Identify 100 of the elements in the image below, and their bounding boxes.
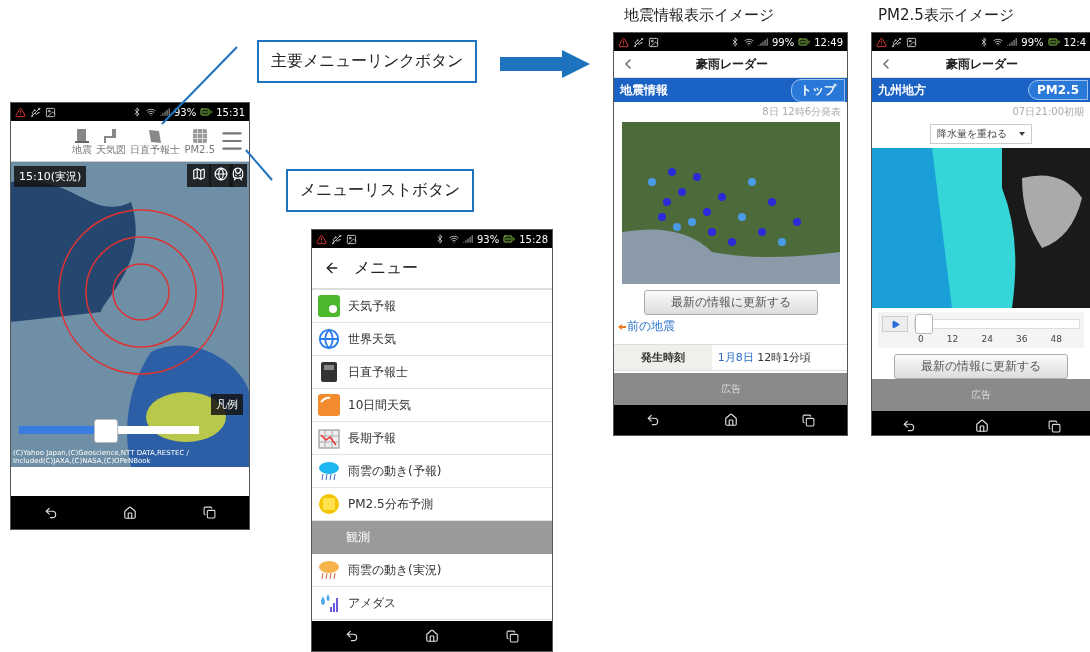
initial-time: 07日21:00初期 — [1011, 105, 1085, 119]
section-title: 九州地方 — [878, 81, 926, 99]
wifi-icon — [993, 37, 1004, 47]
previous-earthquake-link[interactable]: 前の地震 — [627, 318, 675, 335]
warning-icon — [618, 36, 629, 48]
tick-label: 12 — [946, 334, 959, 344]
ten-day-icon — [318, 394, 340, 416]
bluetooth-icon — [131, 107, 142, 117]
battery-icon — [200, 106, 213, 118]
recent-apps-icon[interactable] — [203, 506, 217, 519]
menu-item[interactable]: 長期予報 — [312, 422, 552, 455]
signal-icon — [1007, 37, 1018, 47]
bluetooth-icon — [434, 234, 445, 244]
tick-label: 36 — [1015, 334, 1028, 344]
forecast-icon — [318, 295, 340, 317]
image-icon — [906, 36, 917, 48]
date-link[interactable]: 1月8日 — [717, 351, 754, 364]
status-time: 15:28 — [519, 233, 548, 245]
tick-label: 48 — [1050, 334, 1062, 344]
home-icon[interactable] — [123, 505, 138, 520]
table-header-cell: 発生時刻 — [614, 345, 712, 370]
rain-cloud-icon — [318, 460, 340, 482]
raindrops-icon — [318, 592, 340, 614]
legend-button[interactable]: 凡例 — [211, 394, 243, 415]
battery-percent: 93% — [476, 233, 500, 245]
notebook-icon — [318, 361, 340, 383]
ad-banner: 広告 — [614, 373, 847, 405]
signal-icon — [757, 37, 768, 47]
warning-icon — [876, 36, 887, 48]
home-icon[interactable] — [974, 419, 989, 433]
grid-icon — [191, 127, 208, 144]
play-button[interactable] — [882, 316, 908, 332]
battery-percent: 99% — [771, 36, 795, 48]
signal-icon — [159, 107, 170, 117]
app-title: 豪雨レーダー — [694, 55, 769, 73]
time-label: 15:10(実況) — [14, 166, 87, 187]
back-icon[interactable] — [646, 413, 660, 427]
battery-icon — [1047, 36, 1060, 48]
signal-icon — [462, 234, 473, 244]
pm-tab[interactable]: PM2.5 — [1028, 80, 1088, 100]
back-icon[interactable] — [901, 419, 916, 433]
top-tab[interactable]: トップ — [791, 78, 845, 102]
recent-apps-icon[interactable] — [505, 629, 519, 643]
globe-icon — [318, 328, 340, 350]
screen-caption: PM2.5表示イメージ — [878, 6, 1014, 25]
ad-banner: 広告 — [872, 379, 1090, 411]
menu-item[interactable]: 10日間天気 — [312, 389, 552, 422]
warning-icon — [316, 233, 327, 245]
battery-percent: 99% — [1021, 36, 1044, 48]
menu-link[interactable]: 天気図 — [96, 127, 127, 155]
screen-caption: 地震情報表示イメージ — [624, 6, 774, 25]
home-icon[interactable] — [425, 629, 440, 643]
warning-icon — [15, 106, 26, 118]
callout-label: メニューリストボタン — [286, 169, 474, 212]
menu-item[interactable]: 天気予報 — [312, 290, 552, 323]
menu-item[interactable]: 雨雲の動き(実況) — [312, 554, 552, 587]
recent-apps-icon[interactable] — [1047, 419, 1061, 433]
section-header: 観測 — [312, 521, 552, 554]
slider-thumb[interactable] — [94, 419, 119, 443]
usb-icon — [331, 233, 342, 245]
menu-item[interactable]: 世界天気 — [312, 323, 552, 356]
usb-icon — [891, 36, 902, 48]
dropdown-caret-icon — [1019, 132, 1025, 136]
slider-thumb[interactable] — [915, 314, 933, 334]
building-icon — [74, 127, 91, 144]
callout-label: 主要メニューリンクボタン — [257, 40, 477, 83]
menu-item[interactable]: 日直予報士 — [312, 356, 552, 389]
usb-icon — [30, 106, 41, 118]
tick-label: 24 — [981, 334, 993, 344]
menu-link[interactable]: 地震 — [72, 127, 93, 155]
wifi-icon — [448, 234, 459, 244]
home-icon[interactable] — [724, 413, 738, 427]
map-icon[interactable] — [187, 164, 211, 187]
back-icon[interactable] — [43, 505, 58, 520]
image-icon — [346, 233, 357, 245]
status-time: 15:31 — [216, 106, 245, 118]
recent-apps-icon[interactable] — [802, 413, 815, 427]
published-time: 8日 12時6分発表 — [761, 105, 842, 119]
battery-icon — [503, 233, 516, 245]
menu-link[interactable]: 日直予報士 — [130, 127, 181, 155]
refresh-button[interactable]: 最新の情報に更新する — [894, 354, 1068, 379]
refresh-button[interactable]: 最新の情報に更新する — [643, 290, 818, 315]
time-slider[interactable] — [19, 420, 199, 440]
pm-badge-icon — [318, 493, 340, 515]
menu-title: メニュー — [354, 257, 418, 279]
back-icon[interactable] — [345, 629, 360, 643]
bluetooth-icon — [979, 37, 990, 47]
image-icon — [648, 36, 659, 48]
image-icon — [45, 106, 56, 118]
overlay-dropdown[interactable]: 降水量を重ねる — [930, 124, 1032, 144]
menu-item[interactable]: アメダス — [312, 587, 552, 620]
status-time: 12:49 — [814, 36, 843, 48]
menu-item[interactable]: 雨雲の動き(予報) — [312, 455, 552, 488]
menu-link[interactable]: PM2.5 — [184, 127, 215, 155]
tick-label: 0 — [918, 334, 924, 344]
usb-icon — [633, 36, 644, 48]
table-cell-text: 1月8日 12時1分頃 — [716, 350, 813, 366]
play-icon — [890, 319, 900, 329]
train-icon[interactable] — [229, 164, 247, 187]
wifi-icon — [145, 107, 156, 117]
